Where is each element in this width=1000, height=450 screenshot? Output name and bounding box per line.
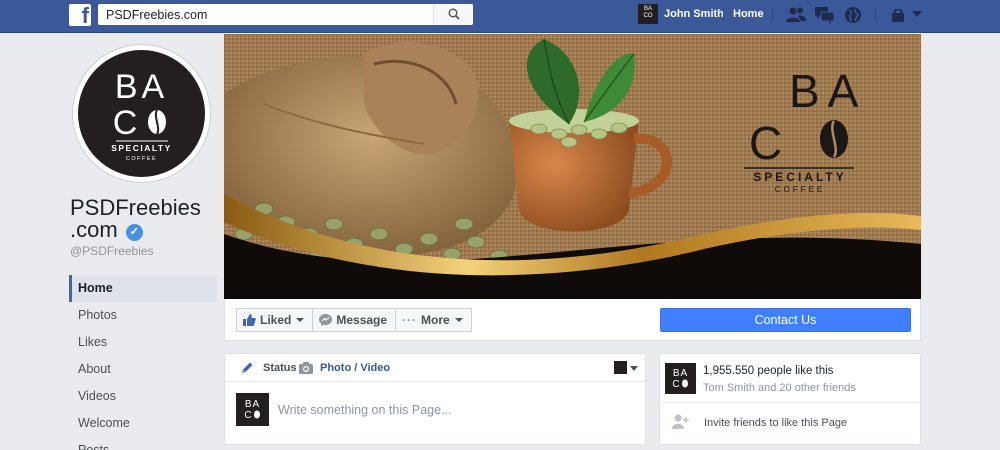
- svg-text:COFFEE: COFFEE: [126, 156, 157, 162]
- post-as-caret-down-icon[interactable]: [630, 366, 638, 371]
- message-button[interactable]: Message: [313, 308, 397, 332]
- more-label: More: [421, 313, 450, 327]
- composer-input[interactable]: Write something on this Page...: [278, 403, 451, 417]
- page-profile-picture[interactable]: BA C SPECIALTY COFFEE: [73, 45, 210, 182]
- page-actions-group: Liked Message ··· More: [236, 308, 472, 332]
- home-link[interactable]: Home: [733, 8, 764, 20]
- notifications-globe-icon[interactable]: [844, 6, 862, 24]
- svg-text:BA: BA: [789, 65, 866, 117]
- post-composer: Status Photo / Video BA C Write somethin…: [224, 353, 646, 445]
- page-title-line2: .com: [70, 217, 118, 242]
- svg-text:COFFEE: COFFEE: [775, 185, 825, 194]
- likes-page-avatar: BA C: [665, 363, 696, 394]
- messenger-icon: [319, 314, 333, 326]
- cover-photo-image: BA C SPECIALTY COFFEE: [224, 34, 921, 299]
- svg-text:BA: BA: [115, 68, 168, 106]
- camera-icon: [299, 362, 313, 374]
- liked-label: Liked: [260, 313, 292, 327]
- cover-photo[interactable]: BA C SPECIALTY COFFEE: [224, 34, 921, 299]
- page-likes-box: BA C 1,955.550 people like this Tom Smit…: [659, 353, 921, 445]
- sidebar-item-welcome[interactable]: Welcome: [69, 410, 217, 437]
- privacy-shortcuts-icon[interactable]: [890, 9, 906, 22]
- likes-count-text[interactable]: 1,955.550 people like this: [703, 365, 833, 377]
- verified-badge-icon: ✓: [125, 224, 143, 241]
- svg-text:BA: BA: [673, 368, 688, 379]
- top-navigation-bar: f PSDFreebies.com BA CO John Smith Home: [0, 0, 1000, 33]
- facebook-logo-icon[interactable]: f: [69, 4, 91, 26]
- more-button[interactable]: ··· More: [396, 308, 472, 332]
- sidebar-item-videos[interactable]: Videos: [69, 383, 217, 410]
- messages-icon[interactable]: [815, 6, 835, 24]
- svg-text:C: C: [113, 104, 138, 142]
- thumbs-up-icon: [243, 314, 256, 326]
- divider: [723, 8, 724, 21]
- baco-logo-icon: BA C SPECIALTY COFFEE: [111, 68, 172, 162]
- sidebar-item-about[interactable]: About: [69, 356, 217, 383]
- divider: [772, 8, 773, 21]
- liked-button[interactable]: Liked: [236, 308, 314, 332]
- page-handle[interactable]: @PSDFreebies: [70, 244, 154, 258]
- svg-text:C: C: [749, 117, 782, 169]
- sidebar-item-home[interactable]: Home: [69, 275, 217, 302]
- friend-requests-icon[interactable]: [786, 6, 806, 24]
- message-label: Message: [336, 313, 388, 327]
- account-menu-chevron-down-icon[interactable]: [912, 11, 922, 17]
- sidebar-item-posts[interactable]: Posts: [69, 437, 217, 450]
- page-sidebar-nav: Home Photos Likes About Videos Welcome P…: [69, 275, 217, 450]
- baco-logo-small-icon: BA C: [244, 399, 260, 421]
- baco-logo-small-icon: BA C: [672, 368, 688, 390]
- page-action-bar: Liked Message ··· More Contact Us: [224, 299, 921, 341]
- more-dots-icon: ···: [402, 313, 418, 327]
- invite-friend-icon: [672, 414, 689, 429]
- invite-friends-link[interactable]: Invite friends to like this Page: [704, 417, 847, 429]
- composer-avatar: BA C: [236, 393, 269, 426]
- friends-like-text[interactable]: Tom Smith and 20 other friends: [703, 382, 856, 394]
- tab-status[interactable]: Status: [263, 362, 297, 374]
- search-button[interactable]: [433, 4, 473, 25]
- sidebar-item-likes[interactable]: Likes: [69, 329, 217, 356]
- svg-text:BA: BA: [245, 399, 260, 410]
- post-as-avatar[interactable]: [614, 361, 627, 374]
- liked-caret-down-icon: [296, 318, 305, 322]
- composer-tabs: Status Photo / Video: [225, 354, 645, 382]
- svg-text:C: C: [672, 379, 679, 390]
- search-field[interactable]: PSDFreebies.com: [98, 4, 473, 25]
- user-name-link[interactable]: John Smith: [664, 8, 724, 20]
- search-input[interactable]: PSDFreebies.com: [106, 8, 207, 22]
- tab-photo-video[interactable]: Photo / Video: [320, 362, 390, 374]
- svg-text:C: C: [244, 410, 251, 421]
- search-icon: [448, 8, 460, 20]
- user-avatar[interactable]: BA CO: [638, 4, 658, 24]
- sidebar-item-photos[interactable]: Photos: [69, 302, 217, 329]
- svg-text:SPECIALTY: SPECIALTY: [111, 143, 172, 153]
- divider: [660, 402, 920, 403]
- pencil-icon: [242, 362, 253, 373]
- svg-text:SPECIALTY: SPECIALTY: [753, 170, 846, 184]
- more-caret-down-icon: [454, 318, 463, 322]
- contact-us-button[interactable]: Contact Us: [660, 308, 911, 332]
- page-title[interactable]: PSDFreebies .com ✓: [70, 197, 201, 241]
- divider: [875, 8, 876, 21]
